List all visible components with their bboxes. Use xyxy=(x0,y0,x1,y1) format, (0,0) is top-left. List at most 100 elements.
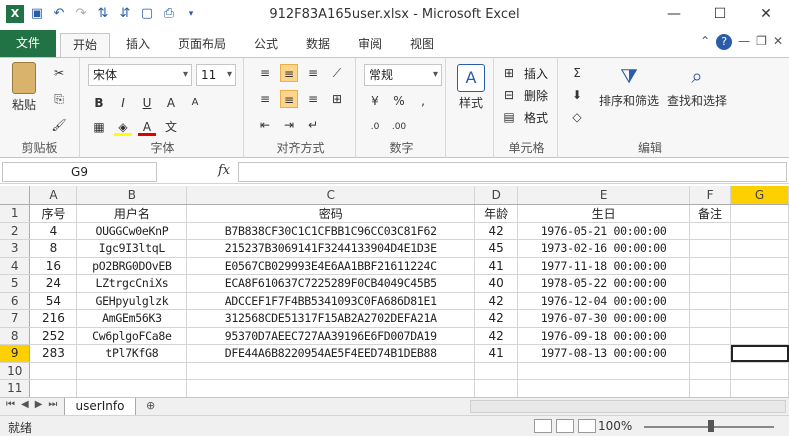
increase-indent-icon[interactable]: ⇥ xyxy=(280,116,298,134)
cell-e4[interactable]: 1977-11-18 00:00:00 xyxy=(517,257,691,275)
cell-d6[interactable]: 42 xyxy=(474,292,519,310)
cell-c9[interactable]: DFE44A6B8220954AE5F4EED74B1DEB88 xyxy=(186,344,476,363)
font-color-icon[interactable]: A xyxy=(138,118,156,136)
cell-g9[interactable] xyxy=(730,344,789,363)
cell-a8[interactable]: 252 xyxy=(29,327,78,345)
cell-e5[interactable]: 1978-05-22 00:00:00 xyxy=(517,274,691,293)
italic-icon[interactable]: I xyxy=(114,94,132,112)
cell-c5[interactable]: ECA8F610637C7225289F0CB4049C45B5 xyxy=(186,274,476,293)
cell-a6[interactable]: 54 xyxy=(29,292,78,310)
number-format-select[interactable]: 常规 xyxy=(364,64,442,86)
cell-d7[interactable]: 42 xyxy=(474,309,519,328)
orientation-icon[interactable]: ⟋ xyxy=(328,64,346,82)
fill-icon[interactable]: ⬇ xyxy=(568,86,586,104)
cell-f2[interactable] xyxy=(689,222,732,240)
help-icon[interactable]: ? xyxy=(716,34,733,50)
cell-a1[interactable]: 序号 xyxy=(29,204,78,223)
cell-c2[interactable]: B7B838CF30C1C1CFBB1C96CC03C81F62 xyxy=(186,222,476,240)
row-header[interactable]: 5 xyxy=(0,274,31,293)
cell-c7[interactable]: 312568CDE51317F15AB2A2702DEFA21A xyxy=(186,309,476,328)
cell-a4[interactable]: 16 xyxy=(29,257,78,275)
cell-c11[interactable] xyxy=(186,379,476,398)
cell-f4[interactable] xyxy=(689,257,732,275)
styles-button[interactable]: A 样式 xyxy=(454,64,488,111)
increase-decimal-icon[interactable]: .0 xyxy=(366,118,384,136)
delete-cells-button[interactable]: ⊟ 删除 xyxy=(500,86,548,104)
restore-window-icon[interactable]: — xyxy=(738,34,750,50)
percent-icon[interactable]: % xyxy=(390,92,408,110)
find-select-button[interactable]: ⌕ 查找和选择 xyxy=(664,62,730,109)
cell-f1[interactable]: 备注 xyxy=(689,204,732,223)
tab-insert[interactable]: 插入 xyxy=(114,33,162,57)
row-header[interactable]: 8 xyxy=(0,327,31,345)
horizontal-scrollbar[interactable] xyxy=(470,400,786,413)
cell-g7[interactable] xyxy=(730,309,789,328)
align-middle-icon[interactable]: ≡ xyxy=(280,64,298,82)
cell-e10[interactable] xyxy=(517,362,691,380)
cell-f9[interactable] xyxy=(689,344,732,363)
align-bottom-icon[interactable]: ≡ xyxy=(304,64,322,82)
last-sheet-icon[interactable]: ⏭ xyxy=(48,399,57,410)
sort-filter-button[interactable]: ⧩ 排序和筛选 xyxy=(596,62,662,109)
decrease-indent-icon[interactable]: ⇤ xyxy=(256,116,274,134)
font-name-select[interactable]: 宋体 xyxy=(88,64,192,86)
cell-a5[interactable]: 24 xyxy=(29,274,78,293)
restore-icon[interactable]: ❐ xyxy=(756,34,767,50)
tab-formulas[interactable]: 公式 xyxy=(244,33,288,57)
cell-g10[interactable] xyxy=(730,362,789,380)
column-header-b[interactable]: B xyxy=(76,186,188,205)
increase-font-icon[interactable]: A xyxy=(162,94,180,112)
cell-c6[interactable]: ADCCEF1F7F4BB5341093C0FA686D81E1 xyxy=(186,292,476,310)
cell-f7[interactable] xyxy=(689,309,732,328)
cell-d9[interactable]: 41 xyxy=(474,344,519,363)
align-center-icon[interactable]: ≡ xyxy=(280,90,298,108)
cell-d4[interactable]: 41 xyxy=(474,257,519,275)
close-workbook-icon[interactable]: ✕ xyxy=(773,34,783,50)
cell-e8[interactable]: 1976-09-18 00:00:00 xyxy=(517,327,691,345)
fx-icon[interactable]: fx xyxy=(218,163,230,178)
phonetic-icon[interactable]: 文 xyxy=(162,118,180,136)
cell-g4[interactable] xyxy=(730,257,789,275)
row-header[interactable]: 4 xyxy=(0,257,31,275)
cell-f5[interactable] xyxy=(689,274,732,293)
cell-d10[interactable] xyxy=(474,362,519,380)
cell-b8[interactable]: Cw6plgoFCa8e xyxy=(76,327,188,345)
cell-b10[interactable] xyxy=(76,362,188,380)
fill-color-icon[interactable]: ◈ xyxy=(114,118,132,136)
bold-icon[interactable]: B xyxy=(90,94,108,112)
column-header-g[interactable]: G xyxy=(730,186,789,205)
tab-data[interactable]: 数据 xyxy=(296,33,340,57)
cell-g5[interactable] xyxy=(730,274,789,293)
cell-g11[interactable] xyxy=(730,379,789,398)
minimize-button[interactable]: — xyxy=(651,0,697,30)
currency-icon[interactable]: ¥ xyxy=(366,92,384,110)
cell-f10[interactable] xyxy=(689,362,732,380)
column-header-c[interactable]: C xyxy=(186,186,476,205)
font-size-select[interactable]: 11 xyxy=(196,64,236,86)
insert-cells-button[interactable]: ⊞ 插入 xyxy=(500,64,548,82)
clear-icon[interactable]: ◇ xyxy=(568,108,586,126)
tab-file[interactable]: 文件 xyxy=(0,30,56,57)
cell-d8[interactable]: 42 xyxy=(474,327,519,345)
cell-d11[interactable] xyxy=(474,379,519,398)
cell-a7[interactable]: 216 xyxy=(29,309,78,328)
cut-icon[interactable]: ✂ xyxy=(50,64,68,82)
cell-b9[interactable]: tPl7KfG8 xyxy=(76,344,188,363)
underline-icon[interactable]: U xyxy=(138,94,156,112)
cell-e1[interactable]: 生日 xyxy=(517,204,691,223)
cell-b4[interactable]: pO2BRG0DOvEB xyxy=(76,257,188,275)
first-sheet-icon[interactable]: ⏮ xyxy=(6,399,15,410)
align-left-icon[interactable]: ≡ xyxy=(256,90,274,108)
page-break-view-icon[interactable] xyxy=(578,419,596,433)
align-right-icon[interactable]: ≡ xyxy=(304,90,322,108)
sheet-tab-userinfo[interactable]: userInfo xyxy=(64,398,136,416)
cell-e6[interactable]: 1976-12-04 00:00:00 xyxy=(517,292,691,310)
cell-g3[interactable] xyxy=(730,239,789,258)
name-box[interactable]: G9 xyxy=(2,162,157,182)
cell-b11[interactable] xyxy=(76,379,188,398)
tab-view[interactable]: 视图 xyxy=(400,33,444,57)
page-layout-view-icon[interactable] xyxy=(556,419,574,433)
row-header[interactable]: 7 xyxy=(0,309,31,328)
normal-view-icon[interactable] xyxy=(534,419,552,433)
cell-c8[interactable]: 95370D7AEEC727AA39196E6FD007DA19 xyxy=(186,327,476,345)
